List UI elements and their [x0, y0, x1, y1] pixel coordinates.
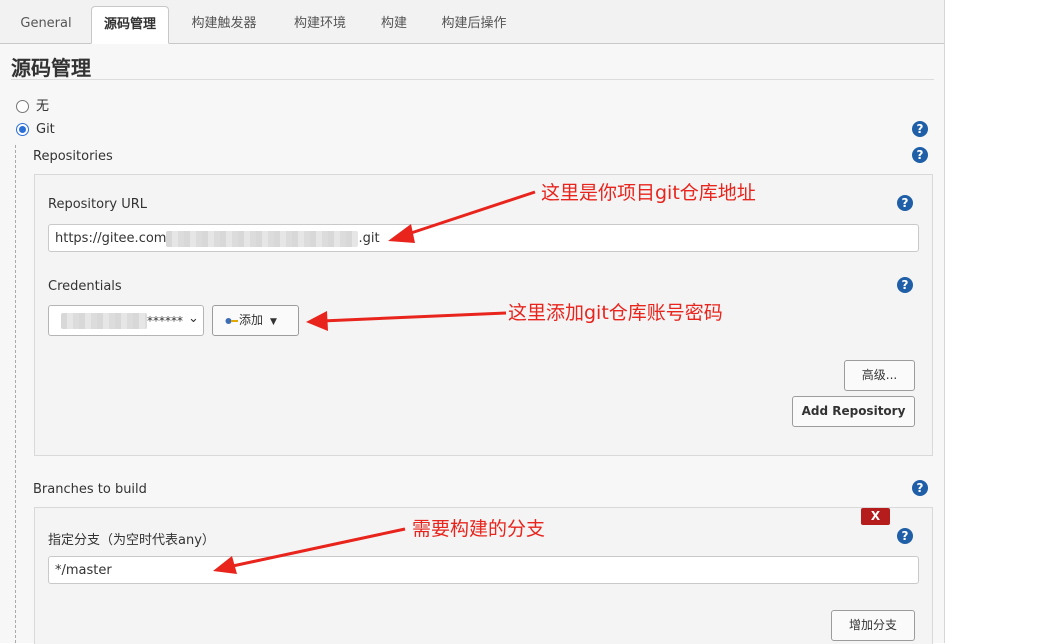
advanced-button[interactable]: 高级... [844, 360, 915, 391]
scm-option-none-label: 无 [36, 99, 50, 114]
scm-option-none[interactable]: 无 [16, 95, 49, 114]
git-section-indent-line [15, 145, 16, 643]
tab-source-code-management[interactable]: 源码管理 [91, 6, 169, 44]
redacted-credential-name [61, 313, 147, 329]
credentials-label: Credentials [48, 279, 122, 294]
repository-url-prefix: https://gitee.com [55, 231, 167, 246]
key-icon [225, 317, 238, 324]
repository-url-input[interactable]: https://gitee.com .git [48, 224, 919, 252]
tab-post-build-actions[interactable]: 构建后操作 [428, 6, 520, 42]
branch-specifier-input[interactable]: */master [48, 556, 919, 584]
repositories-label: Repositories [33, 149, 113, 164]
section-title: 源码管理 [11, 56, 91, 80]
help-icon-repository-url[interactable]: ? [897, 195, 913, 211]
add-credentials-button[interactable]: 添加 ▼ [212, 305, 299, 336]
job-config-panel: General 源码管理 构建触发器 构建环境 构建 构建后操作 源码管理 无 … [0, 0, 945, 644]
help-icon-branch-specifier[interactable]: ? [897, 528, 913, 544]
add-repository-button[interactable]: Add Repository [792, 396, 915, 427]
chevron-down-icon: ⌄ [188, 311, 199, 326]
tab-build-triggers[interactable]: 构建触发器 [178, 6, 270, 42]
help-icon-git[interactable]: ? [912, 121, 928, 137]
tab-general[interactable]: General [10, 6, 82, 42]
tab-build-environment[interactable]: 构建环境 [280, 6, 360, 42]
delete-branch-button[interactable]: X [861, 508, 890, 525]
tab-build[interactable]: 构建 [368, 6, 420, 42]
repository-url-suffix: .git [358, 231, 380, 246]
branches-to-build-label: Branches to build [33, 482, 147, 497]
credentials-select[interactable]: ****** ⌄ [48, 305, 204, 336]
scm-option-git[interactable]: Git [16, 122, 55, 137]
section-divider [11, 79, 934, 80]
radio-git[interactable] [16, 123, 29, 136]
caret-down-icon: ▼ [270, 317, 277, 327]
add-branch-button[interactable]: 增加分支 [831, 610, 915, 641]
annotation-repo-url: 这里是你项目git仓库地址 [541, 182, 756, 204]
config-tab-bar: General 源码管理 构建触发器 构建环境 构建 构建后操作 [0, 0, 944, 44]
repository-url-label: Repository URL [48, 197, 148, 212]
annotation-credentials: 这里添加git仓库账号密码 [508, 302, 723, 324]
annotation-branch: 需要构建的分支 [412, 518, 546, 540]
radio-none[interactable] [16, 100, 29, 113]
repository-entry-box: Repository URL ? https://gitee.com .git C… [34, 174, 933, 456]
credentials-selected-value: ****** [147, 314, 183, 328]
help-icon-branches[interactable]: ? [912, 480, 928, 496]
add-credentials-label: 添加 [239, 313, 264, 327]
branch-specifier-label: 指定分支（为空时代表any） [48, 533, 215, 548]
redacted-url-segment [166, 230, 359, 247]
help-icon-credentials[interactable]: ? [897, 277, 913, 293]
scm-option-git-label: Git [36, 122, 55, 137]
help-icon-repositories[interactable]: ? [912, 147, 928, 163]
